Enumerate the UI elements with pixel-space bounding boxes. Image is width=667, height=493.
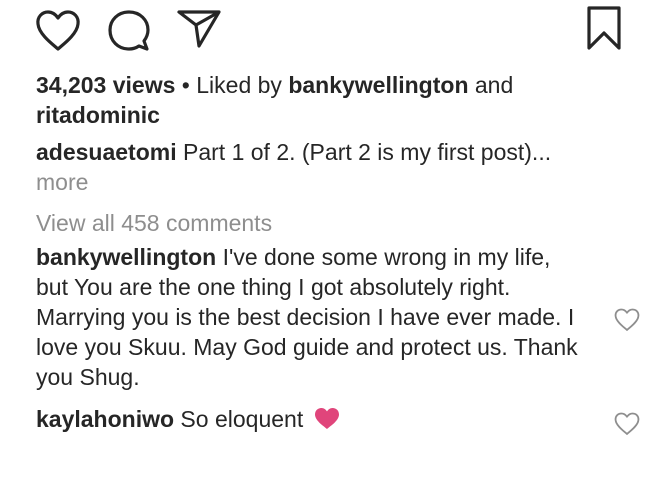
separator-dot: • (175, 72, 197, 98)
view-all-comments-link[interactable]: View all 458 comments (36, 208, 626, 238)
share-button[interactable] (177, 9, 221, 49)
post-action-bar (0, 0, 667, 60)
comment-username[interactable]: bankywellington (36, 244, 216, 270)
liked-by-user-2[interactable]: ritadominic (36, 102, 160, 128)
paper-plane-icon (177, 10, 221, 48)
heart-outline-icon (36, 10, 80, 51)
bookmark-icon (587, 6, 621, 50)
more-link[interactable]: more (36, 169, 88, 195)
comment-text: So eloquent (174, 406, 310, 432)
liked-by-and: and (468, 72, 514, 98)
like-button[interactable] (35, 10, 81, 52)
comment-item: kaylahoniwo So eloquent (36, 404, 640, 435)
heart-outline-icon (614, 412, 640, 435)
liked-by-user[interactable]: bankywellington (288, 72, 468, 98)
comment-like-button[interactable] (614, 308, 640, 332)
heart-outline-icon (614, 308, 640, 331)
caption-text: Part 1 of 2. (Part 2 is my first post)..… (176, 139, 552, 165)
caption-username[interactable]: adesuaetomi (36, 139, 177, 165)
pink-heart-emoji-icon (314, 407, 340, 430)
comment-item: bankywellington I've done some wrong in … (36, 242, 640, 392)
post-details: 34,203 views • Liked by bankywellington … (36, 70, 640, 435)
speech-bubble-icon (108, 10, 150, 51)
comment-username[interactable]: kaylahoniwo (36, 406, 174, 432)
liked-by-prefix: Liked by (196, 72, 289, 98)
comment-like-button[interactable] (614, 412, 640, 436)
post-caption: adesuaetomi Part 1 of 2. (Part 2 is my f… (36, 137, 626, 197)
save-button[interactable] (586, 6, 622, 50)
views-count[interactable]: 34,203 views (36, 72, 175, 98)
comment-button[interactable] (108, 10, 150, 52)
views-and-likes: 34,203 views • Liked by bankywellington … (36, 70, 626, 130)
